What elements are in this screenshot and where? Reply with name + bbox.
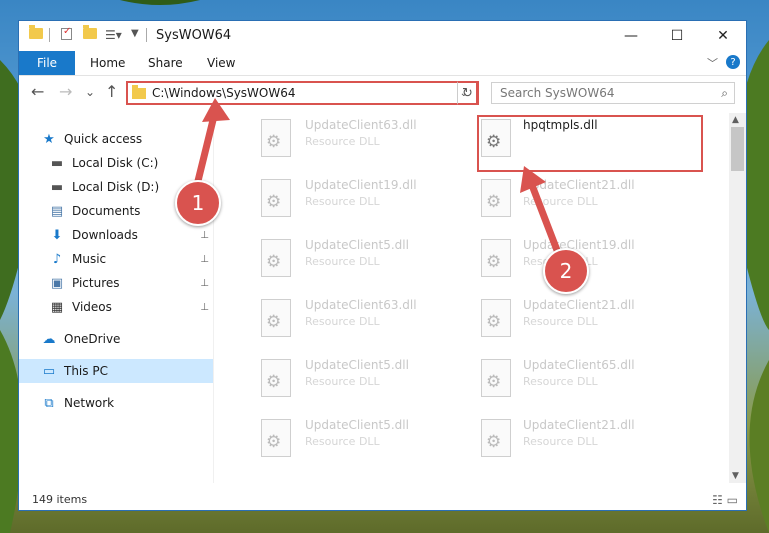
annotation-arrows [193,98,564,262]
step-marker-1: 1 [175,180,221,226]
step-marker-2: 2 [543,248,589,294]
